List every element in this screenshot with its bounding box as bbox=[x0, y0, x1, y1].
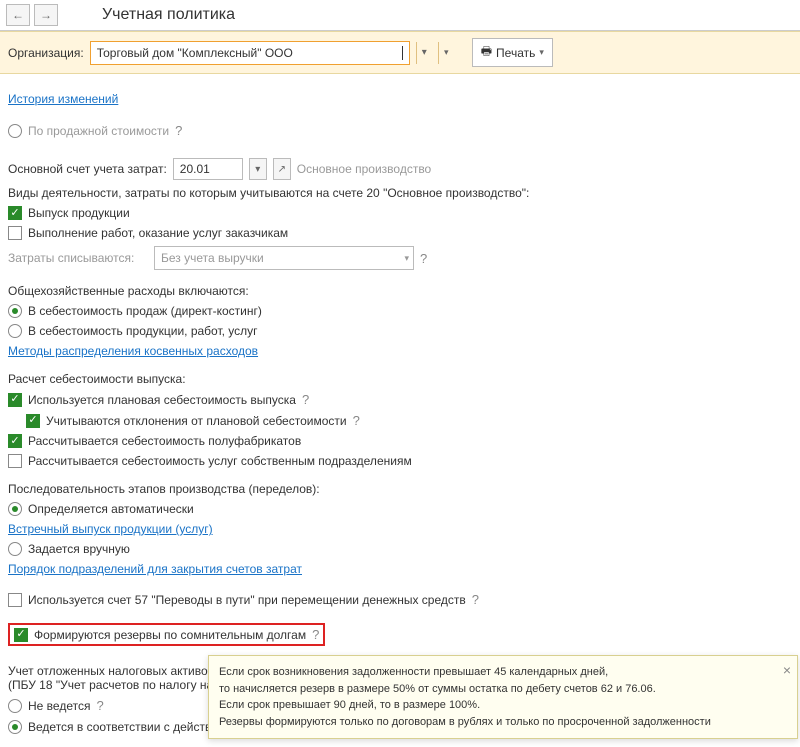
account-input[interactable]: 20.01 bbox=[173, 158, 243, 180]
forward-button[interactable]: → bbox=[34, 4, 58, 26]
chevron-down-icon: ▾ bbox=[404, 253, 409, 264]
help-icon[interactable]: ? bbox=[302, 392, 309, 407]
checkbox-own-services-label: Рассчитывается себестоимость услуг собст… bbox=[28, 454, 412, 468]
chevron-down-icon: ▾ bbox=[539, 47, 544, 58]
checkbox-product-output[interactable] bbox=[8, 206, 22, 220]
text-cursor bbox=[402, 46, 403, 60]
checkbox-semi-finished-label: Рассчитывается себестоимость полуфабрика… bbox=[28, 434, 301, 448]
checkbox-work-services[interactable] bbox=[8, 226, 22, 240]
tooltip-line: Резервы формируются только по договорам … bbox=[219, 714, 769, 731]
writeoff-value: Без учета выручки bbox=[161, 251, 404, 265]
checkbox-account57[interactable] bbox=[8, 593, 22, 607]
radio-by-sales-cost[interactable] bbox=[8, 124, 22, 138]
checkbox-deviations[interactable] bbox=[26, 414, 40, 428]
account-desc: Основное производство bbox=[297, 162, 431, 176]
org-input-value: Торговый дом "Комплексный" ООО bbox=[97, 46, 402, 60]
help-icon[interactable]: ? bbox=[175, 123, 182, 138]
org-input[interactable]: Торговый дом "Комплексный" ООО bbox=[90, 41, 410, 65]
checkbox-deviations-label: Учитываются отклонения от плановой себес… bbox=[46, 414, 347, 428]
radio-current-pbu[interactable] bbox=[8, 720, 22, 734]
tooltip-line: то начисляется резерв в размере 50% от с… bbox=[219, 681, 769, 698]
checkbox-planned-cost[interactable] bbox=[8, 393, 22, 407]
stages-header: Последовательность этапов производства (… bbox=[8, 482, 320, 496]
account-value: 20.01 bbox=[180, 162, 210, 176]
cost-calc-header: Расчет себестоимости выпуска: bbox=[8, 372, 186, 386]
back-button[interactable]: ← bbox=[6, 4, 30, 26]
account-label: Основной счет учета затрат: bbox=[8, 162, 167, 176]
help-icon[interactable]: ? bbox=[420, 251, 427, 266]
account-open[interactable]: ↗ bbox=[273, 158, 291, 180]
radio-auto-determined[interactable] bbox=[8, 502, 22, 516]
checkbox-product-output-label: Выпуск продукции bbox=[28, 206, 130, 220]
radio-in-sales-cost-label: В себестоимость продаж (директ-костинг) bbox=[28, 304, 262, 318]
checkbox-planned-cost-label: Используется плановая себестоимость выпу… bbox=[28, 393, 296, 407]
radio-auto-determined-label: Определяется автоматически bbox=[28, 502, 194, 516]
checkbox-doubtful-reserves-label: Формируются резервы по сомнительным долг… bbox=[34, 628, 306, 642]
writeoff-label: Затраты списываются: bbox=[8, 251, 148, 265]
radio-not-applied[interactable] bbox=[8, 699, 22, 713]
history-link[interactable]: История изменений bbox=[8, 92, 118, 106]
doubtful-reserves-highlight: Формируются резервы по сомнительным долг… bbox=[8, 623, 325, 646]
print-icon: 🖶 bbox=[481, 42, 492, 63]
help-icon[interactable]: ? bbox=[96, 698, 103, 713]
general-expenses-header: Общехозяйственные расходы включаются: bbox=[8, 284, 249, 298]
tooltip-doubtful-reserves: × Если срок возникновения задолженности … bbox=[208, 655, 798, 739]
radio-manual-set[interactable] bbox=[8, 542, 22, 556]
tooltip-line: Если срок возникновения задолженности пр… bbox=[219, 664, 769, 681]
account-dropdown[interactable]: ▾ bbox=[249, 158, 267, 180]
checkbox-own-services[interactable] bbox=[8, 454, 22, 468]
checkbox-doubtful-reserves[interactable] bbox=[14, 628, 28, 642]
help-icon[interactable]: ? bbox=[353, 413, 360, 428]
tooltip-close[interactable]: × bbox=[783, 660, 791, 681]
radio-by-sales-cost-label: По продажной стоимости bbox=[28, 124, 169, 138]
division-order-link[interactable]: Порядок подразделений для закрытия счето… bbox=[8, 562, 302, 576]
radio-in-product-cost-label: В себестоимость продукции, работ, услуг bbox=[28, 324, 258, 338]
org-label: Организация: bbox=[8, 46, 84, 60]
help-icon[interactable]: ? bbox=[472, 592, 479, 607]
org-open-button[interactable]: ▾ bbox=[438, 42, 454, 64]
checkbox-account57-label: Используется счет 57 "Переводы в пути" п… bbox=[28, 593, 466, 607]
radio-in-sales-cost[interactable] bbox=[8, 304, 22, 318]
counter-output-link[interactable]: Встречный выпуск продукции (услуг) bbox=[8, 522, 213, 536]
print-button[interactable]: 🖶 Печать ▾ bbox=[472, 38, 553, 67]
print-label: Печать bbox=[496, 46, 535, 60]
writeoff-select: Без учета выручки ▾ bbox=[154, 246, 414, 270]
page-title: Учетная политика bbox=[102, 6, 235, 24]
help-icon[interactable]: ? bbox=[312, 627, 319, 642]
org-dropdown-button[interactable]: ▾ bbox=[416, 42, 432, 64]
radio-manual-set-label: Задается вручную bbox=[28, 542, 130, 556]
tooltip-line: Если срок превышает 90 дней, то в размер… bbox=[219, 697, 769, 714]
radio-not-applied-label: Не ведется bbox=[28, 699, 90, 713]
radio-in-product-cost[interactable] bbox=[8, 324, 22, 338]
checkbox-semi-finished[interactable] bbox=[8, 434, 22, 448]
checkbox-work-services-label: Выполнение работ, оказание услуг заказчи… bbox=[28, 226, 288, 240]
indirect-methods-link[interactable]: Методы распределения косвенных расходов bbox=[8, 344, 258, 358]
activity-header: Виды деятельности, затраты по которым уч… bbox=[8, 186, 529, 200]
